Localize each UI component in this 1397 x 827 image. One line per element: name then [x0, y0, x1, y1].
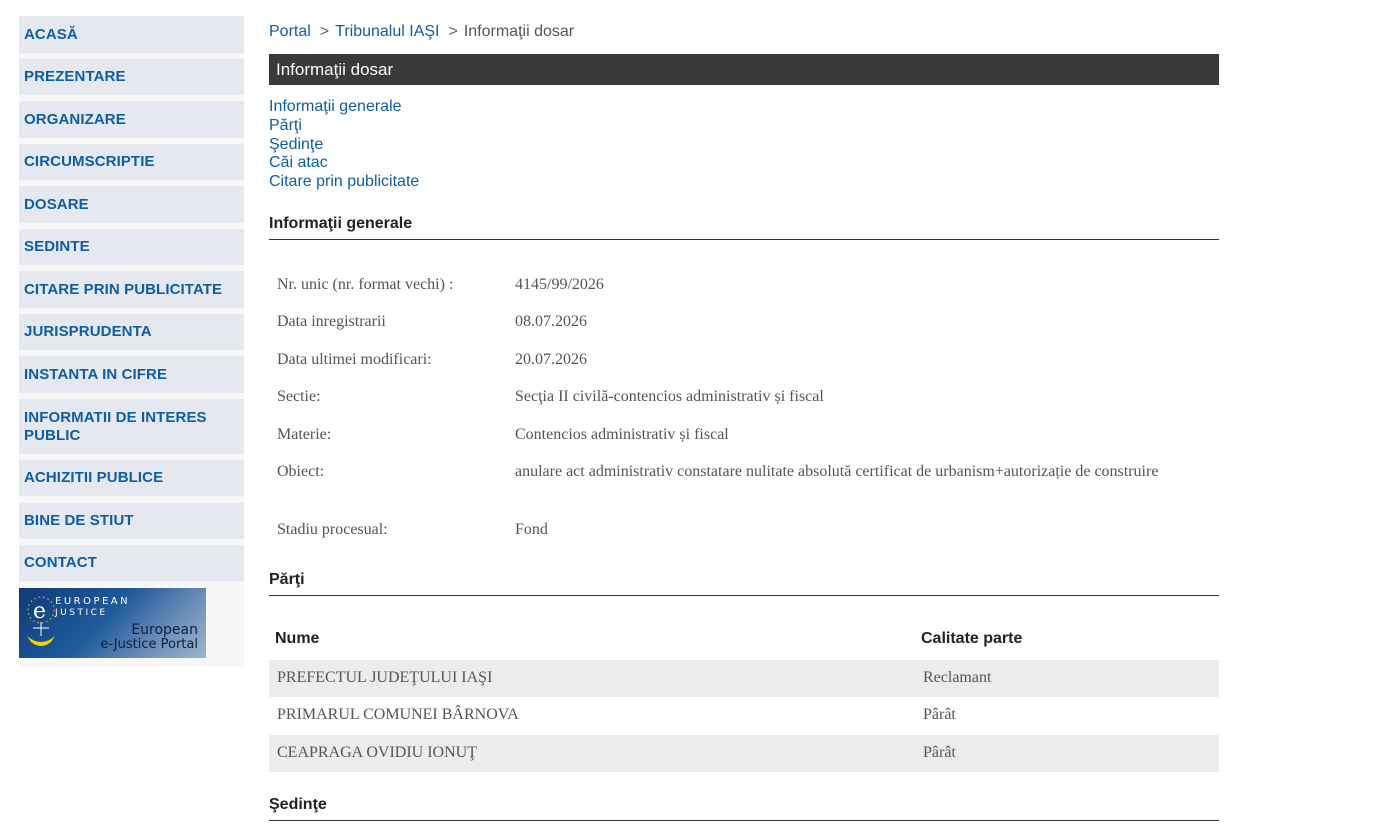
info-row-obiect: Obiect: anulare act administrativ consta…: [277, 462, 1207, 504]
info-row-sectie: Sectie: Secţia II civilă-contencios admi…: [277, 387, 1207, 409]
sidebar-item-achizitii[interactable]: ACHIZITII PUBLICE: [19, 460, 244, 496]
sidebar-item-bine-de-stiut[interactable]: BINE DE STIUT: [19, 503, 244, 539]
info-value: Contencios administrativ și fiscal: [515, 426, 729, 443]
party-role: Pârât: [923, 706, 956, 723]
breadcrumb-separator: >: [319, 23, 330, 40]
toc-link-informatii-generale[interactable]: Informaţii generale: [269, 98, 419, 117]
info-label: Obiect:: [277, 463, 325, 480]
info-value: 08.07.2026: [515, 313, 587, 330]
section-links: Informaţii generale Părţi Şedinţe Căi at…: [269, 98, 419, 192]
party-name: CEAPRAGA OVIDIU IONUŢ: [277, 744, 477, 761]
info-row-stadiu: Stadiu procesual: Fond: [277, 520, 1207, 542]
sidebar-item-circumscriptie[interactable]: CIRCUMSCRIPTIE: [19, 144, 244, 180]
column-header-calitate: Calitate parte: [921, 630, 1023, 647]
toc-link-citare-publicitate[interactable]: Citare prin publicitate: [269, 173, 419, 192]
sidebar-item-citare[interactable]: CITARE PRIN PUBLICITATE: [19, 271, 244, 308]
section-heading-sedinte: Şedinţe: [269, 796, 1219, 821]
info-value: 4145/99/2026: [515, 276, 604, 293]
toc-link-parti[interactable]: Părţi: [269, 117, 419, 136]
breadcrumb: Portal > Tribunalul IAŞI > Informaţii dosar: [269, 23, 574, 41]
sidebar-item-organizare[interactable]: ORGANIZARE: [19, 101, 244, 138]
info-label: Data inregistrarii: [277, 313, 386, 330]
svg-text:e: e: [33, 599, 46, 624]
sidebar-nav: ACASĂ PREZENTARE ORGANIZARE CIRCUMSCRIPT…: [19, 16, 244, 667]
info-row-nr-unic: Nr. unic (nr. format vechi) : 4145/99/20…: [277, 275, 1207, 297]
info-label: Materie:: [277, 426, 332, 443]
sidebar-item-jurisprudenta[interactable]: JURISPRUDENTA: [19, 314, 244, 350]
sidebar-item-sedinte[interactable]: SEDINTE: [19, 229, 244, 265]
ejustice-portal-banner[interactable]: e EUROPEAN JUSTICE European e-Justice Po…: [19, 588, 206, 658]
info-label: Stadiu procesual:: [277, 521, 388, 538]
info-label: Data ultimei modificari:: [277, 351, 432, 368]
party-role: Reclamant: [923, 669, 992, 686]
table-row: CEAPRAGA OVIDIU IONUŢ Pârât: [269, 735, 1219, 772]
toc-link-sedinte[interactable]: Şedinţe: [269, 136, 419, 155]
info-value: anulare act administrativ constatare nul…: [515, 463, 1159, 480]
sidebar-item-prezentare[interactable]: PREZENTARE: [19, 59, 244, 95]
info-label: Sectie:: [277, 388, 321, 405]
banner-title-line1: EUROPEAN: [55, 596, 131, 607]
banner-caption-line2: e-Justice Portal: [100, 637, 198, 652]
info-row-materie: Materie: Contencios administrativ și fis…: [277, 425, 1207, 447]
info-value: Fond: [515, 521, 548, 538]
party-role: Pârât: [923, 744, 956, 761]
ejustice-logo-icon: e: [27, 596, 55, 646]
sidebar-item-dosare[interactable]: DOSARE: [19, 186, 244, 223]
banner-title-line2: JUSTICE: [55, 608, 108, 618]
sidebar-item-instanta-in-cifre[interactable]: INSTANTA IN CIFRE: [19, 356, 244, 393]
info-row-data-modificari: Data ultimei modificari: 20.07.2026: [277, 350, 1207, 372]
breadcrumb-court-link[interactable]: Tribunalul IAŞI: [335, 23, 439, 40]
sidebar-item-informatii-interes-public[interactable]: INFORMATII DE INTERES PUBLIC: [19, 399, 244, 454]
section-heading-parti: Părţi: [269, 571, 1219, 596]
sidebar-item-acasa[interactable]: ACASĂ: [19, 16, 244, 53]
sidebar-item-contact[interactable]: CONTACT: [19, 545, 244, 581]
breadcrumb-separator: >: [448, 23, 458, 40]
info-label: Nr. unic (nr. format vechi) :: [277, 276, 454, 293]
toc-link-cai-atac[interactable]: Căi atac: [269, 154, 419, 173]
info-value: Secţia II civilă-contencios administrati…: [515, 388, 824, 405]
section-heading-general: Informaţii generale: [269, 215, 1219, 240]
table-row: PREFECTUL JUDEŢULUI IAŞI Reclamant: [269, 660, 1219, 697]
info-row-data-inregistrarii: Data inregistrarii 08.07.2026: [277, 312, 1207, 334]
party-name: PRIMARUL COMUNEI BÂRNOVA: [277, 706, 519, 723]
breadcrumb-portal-link[interactable]: Portal: [269, 23, 311, 40]
page-title: Informaţii dosar: [269, 54, 1219, 85]
banner-caption-line1: European: [131, 622, 198, 638]
info-value: 20.07.2026: [515, 351, 587, 368]
breadcrumb-current: Informaţii dosar: [463, 23, 575, 40]
column-header-nume: Nume: [275, 630, 320, 647]
table-row: PRIMARUL COMUNEI BÂRNOVA Pârât: [269, 697, 1219, 734]
party-name: PREFECTUL JUDEŢULUI IAŞI: [277, 669, 493, 686]
